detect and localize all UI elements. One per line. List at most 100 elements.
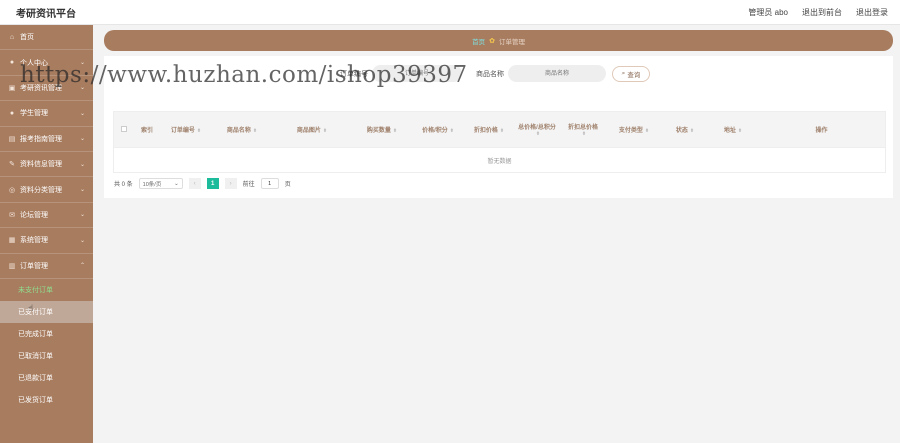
order-icon: ▥ xyxy=(8,262,16,270)
sidebar-item-label: 学生管理 xyxy=(20,110,48,118)
col-order-number[interactable]: 订单编号 ⬍ xyxy=(160,125,212,134)
user-icon: ● xyxy=(9,59,15,67)
sidebar-item-home[interactable]: ⌂ 首页 xyxy=(0,25,93,51)
sidebar-item-categories[interactable]: ◎ 资料分类管理 ⌄ xyxy=(0,177,93,203)
col-total-price[interactable]: 总价格/总积分 ⬍ xyxy=(514,122,560,137)
page-number-button[interactable]: 1 xyxy=(206,178,219,189)
order-number-input[interactable] xyxy=(372,65,462,82)
chevron-down-icon: ⌄ xyxy=(79,60,85,67)
chevron-down-icon: ⌄ xyxy=(79,161,85,168)
sidebar: ⌂ 首页 ● 个人中心 ⌄ ▣ 考研资讯管理 ⌄ ● 学生管理 ⌄ ▤ 报考指南… xyxy=(0,25,93,443)
breadcrumb-current: 订单管理 xyxy=(498,38,525,46)
search-row: 订单编号 商品名称 ⌕ 查询 xyxy=(340,65,650,82)
sort-icon: ⬍ xyxy=(392,128,398,134)
sidebar-item-news[interactable]: ▣ 考研资讯管理 ⌄ xyxy=(0,76,93,102)
submenu-cancelled-orders[interactable]: 已取消订单 xyxy=(0,345,93,367)
sidebar-item-label: 考研资讯管理 xyxy=(20,84,62,92)
logout-link[interactable]: 退出登录 xyxy=(856,7,888,18)
empty-data-row: 暂无数据 xyxy=(114,147,885,172)
chevron-down-icon: ⌄ xyxy=(79,237,85,244)
sidebar-item-forum[interactable]: ✉ 论坛管理 ⌄ xyxy=(0,203,93,229)
goto-label: 前往 xyxy=(242,182,255,188)
sort-icon: ⬍ xyxy=(737,128,743,134)
col-actions: 操作 xyxy=(815,128,828,134)
chevron-down-icon: ⌄ xyxy=(79,212,85,219)
breadcrumb-separator-icon: ✿ xyxy=(489,37,495,45)
orders-submenu: 未支付订单 已支付订单 已完成订单 已取消订单 已退款订单 已发货订单 xyxy=(0,279,93,411)
col-discount-price[interactable]: 折扣价格 ⬍ xyxy=(464,125,514,134)
sort-icon: ⬍ xyxy=(581,131,587,137)
product-name-label: 商品名称 xyxy=(476,70,504,78)
total-count: 共 0 条 xyxy=(114,182,133,188)
breadcrumb: 首页 ✿ 订单管理 xyxy=(104,30,893,51)
sort-icon: ⬍ xyxy=(196,128,202,134)
search-button[interactable]: ⌕ 查询 xyxy=(612,65,650,82)
chevron-down-icon: ⌄ xyxy=(174,180,179,187)
search-icon: ⌕ xyxy=(621,69,626,77)
sidebar-item-orders[interactable]: ▥ 订单管理 ⌃ xyxy=(0,254,93,279)
pagination: 共 0 条 10条/页 ⌄ ‹ 1 › 前往 页 xyxy=(114,178,291,189)
sort-icon: ⬍ xyxy=(322,128,328,134)
news-icon: ▣ xyxy=(8,84,16,92)
submenu-shipped-orders[interactable]: 已发货订单 xyxy=(0,389,93,411)
user-label: 管理员 abo xyxy=(748,7,788,17)
prev-page-button[interactable]: ‹ xyxy=(188,178,201,189)
submenu-completed-orders[interactable]: 已完成订单 xyxy=(0,323,93,345)
sidebar-item-label: 论坛管理 xyxy=(20,211,48,219)
chevron-down-icon: ⌄ xyxy=(79,85,85,92)
sidebar-item-label: 系统管理 xyxy=(20,237,48,245)
col-price[interactable]: 价格/积分 ⬍ xyxy=(412,125,464,134)
sidebar-item-students[interactable]: ● 学生管理 ⌄ xyxy=(0,101,93,127)
sidebar-item-guide[interactable]: ▤ 报考指南管理 ⌄ xyxy=(0,127,93,152)
chevron-down-icon: ⌄ xyxy=(79,187,85,194)
sidebar-item-label: 订单管理 xyxy=(20,262,48,270)
submenu-paid-orders[interactable]: 已支付订单 xyxy=(0,300,93,323)
home-icon: ⌂ xyxy=(9,33,15,41)
next-page-button[interactable]: › xyxy=(224,178,237,189)
sort-icon: ⬍ xyxy=(449,128,454,134)
sort-icon: ⬍ xyxy=(689,128,695,134)
sort-icon: ⬍ xyxy=(644,128,650,134)
col-product-image[interactable]: 商品图片 ⬍ xyxy=(272,125,352,134)
top-bar: 考研资讯平台 管理员 abo 退出到前台 退出登录 xyxy=(0,0,900,25)
orders-table: 索引 订单编号 ⬍ 商品名称 ⬍ 商品图片 ⬍ 购买数量 ⬍ 价格/积分 ⬍ 折扣价格 ⬍ … xyxy=(113,111,886,173)
select-all-checkbox[interactable] xyxy=(114,125,134,134)
col-address[interactable]: 地址 ⬍ xyxy=(708,125,758,134)
front-link[interactable]: 退出到前台 xyxy=(802,7,842,18)
main-panel: 订单编号 商品名称 ⌕ 查询 索引 订单编号⬍ 商品名称⬍ 商品图片⬍ 购买数量… xyxy=(104,56,893,198)
col-quantity[interactable]: 购买数量 ⬍ xyxy=(352,125,412,134)
col-product-name[interactable]: 商品名称 ⬍ xyxy=(212,125,272,134)
system-icon: ▦ xyxy=(8,237,16,245)
info-icon: ✎ xyxy=(9,161,15,169)
sort-icon: ⬍ xyxy=(535,131,541,137)
page-size-select[interactable]: 10条/页 ⌄ xyxy=(138,178,183,189)
sidebar-item-materials[interactable]: ✎ 资料信息管理 ⌄ xyxy=(0,152,93,178)
submenu-refunded-orders[interactable]: 已退款订单 xyxy=(0,367,93,389)
sort-icon: ⬍ xyxy=(499,128,505,134)
col-index: 索引 xyxy=(140,128,153,134)
sidebar-item-label: 资料信息管理 xyxy=(20,161,62,169)
sidebar-item-profile[interactable]: ● 个人中心 ⌄ xyxy=(0,50,93,76)
category-icon: ◎ xyxy=(8,186,16,194)
product-name-input[interactable] xyxy=(508,65,606,82)
sidebar-item-label: 资料分类管理 xyxy=(20,186,62,194)
submenu-unpaid-orders[interactable]: 未支付订单 xyxy=(0,279,93,301)
col-status[interactable]: 状态 ⬍ xyxy=(662,125,708,134)
goto-page-input[interactable] xyxy=(260,178,279,189)
breadcrumb-home[interactable]: 首页 xyxy=(472,36,485,46)
hand-cursor-icon: ☝ xyxy=(28,303,34,313)
search-button-label: 查询 xyxy=(627,71,641,79)
page-suffix: 页 xyxy=(284,182,291,188)
student-icon: ● xyxy=(9,109,15,117)
chevron-up-icon: ⌃ xyxy=(79,263,85,270)
chevron-down-icon: ⌄ xyxy=(79,136,85,143)
sort-icon: ⬍ xyxy=(252,128,258,134)
app-title: 考研资讯平台 xyxy=(16,8,76,20)
top-right-links: 管理员 abo 退出到前台 退出登录 xyxy=(748,7,888,18)
col-discount-total[interactable]: 折扣总价格 ⬍ xyxy=(560,122,606,137)
table-header: 索引 订单编号 ⬍ 商品名称 ⬍ 商品图片 ⬍ 购买数量 ⬍ 价格/积分 ⬍ 折扣价格 ⬍ … xyxy=(114,112,885,147)
order-number-label: 订单编号 xyxy=(340,70,368,78)
sidebar-item-system[interactable]: ▦ 系统管理 ⌄ xyxy=(0,228,93,254)
col-payment-type[interactable]: 支付类型 ⬍ xyxy=(606,125,662,134)
sidebar-item-label: 首页 xyxy=(20,34,34,42)
